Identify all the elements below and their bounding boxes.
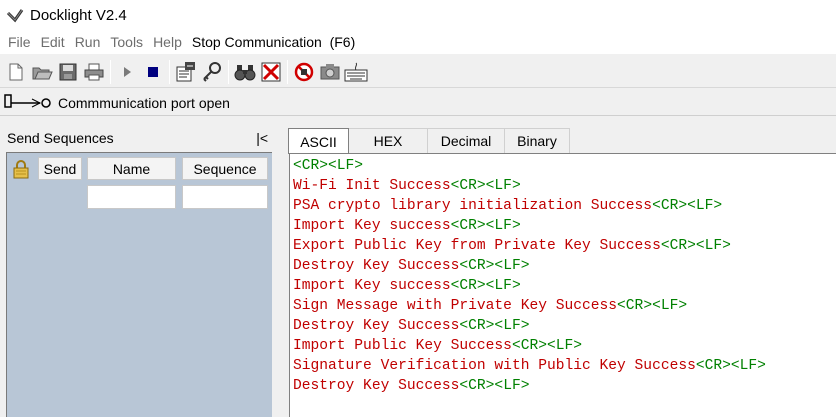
output-line-text: Import Public Key Success bbox=[293, 338, 512, 354]
output-line-text: Signature Verification with Public Key S… bbox=[293, 358, 696, 374]
snapshot-icon[interactable] bbox=[317, 59, 343, 85]
toolbar-separator bbox=[110, 59, 111, 84]
new-document-icon[interactable] bbox=[3, 59, 29, 85]
toolbar-separator bbox=[169, 59, 170, 84]
open-folder-icon[interactable] bbox=[29, 59, 55, 85]
output-line-text: Wi-Fi Init Success bbox=[293, 178, 451, 194]
window-title: Docklight V2.4 bbox=[30, 6, 127, 24]
lock-icon[interactable] bbox=[11, 159, 31, 179]
output-line: Wi-Fi Init Success<CR><LF> bbox=[293, 176, 836, 196]
output-line: Export Public Key from Private Key Succe… bbox=[293, 236, 836, 256]
binoculars-icon[interactable] bbox=[232, 59, 258, 85]
send-sequences-title: Send Sequences bbox=[7, 130, 114, 146]
port-plug-icon bbox=[4, 93, 52, 112]
tab-ascii[interactable]: ASCII bbox=[288, 128, 349, 154]
save-icon[interactable] bbox=[55, 59, 81, 85]
disabled-record-icon[interactable] bbox=[291, 59, 317, 85]
output-line-control-chars: <CR><LF> bbox=[459, 258, 530, 274]
output-line-control-chars: <CR><LF> bbox=[450, 178, 521, 194]
output-line: Import Public Key Success<CR><LF> bbox=[293, 336, 836, 356]
toolbar bbox=[0, 56, 836, 88]
output-line: <CR><LF> bbox=[293, 156, 836, 176]
stop-icon[interactable] bbox=[140, 59, 166, 85]
output-line-control-chars: <CR><LF> bbox=[450, 278, 521, 294]
output-line: Sign Message with Private Key Success<CR… bbox=[293, 296, 836, 316]
output-line: Destroy Key Success<CR><LF> bbox=[293, 256, 836, 276]
output-line-control-chars: <CR><LF> bbox=[652, 198, 723, 214]
menu-edit[interactable]: Edit bbox=[37, 34, 69, 50]
output-line-control-chars: <CR><LF> bbox=[660, 238, 731, 254]
new-sequence-value-cell[interactable] bbox=[182, 185, 268, 209]
menu-tools[interactable]: Tools bbox=[106, 34, 147, 50]
toolbar-separator bbox=[287, 59, 288, 84]
output-line: PSA crypto library initialization Succes… bbox=[293, 196, 836, 216]
menu-help[interactable]: Help bbox=[149, 34, 186, 50]
status-text: Commmunication port open bbox=[58, 94, 230, 111]
title-bar: Docklight V2.4 bbox=[0, 0, 836, 30]
menu-run[interactable]: Run bbox=[71, 34, 105, 50]
collapse-panel-button[interactable]: |< bbox=[256, 130, 268, 146]
connection-status-bar: Commmunication port open bbox=[0, 90, 836, 116]
new-sequence-name-cell[interactable] bbox=[87, 185, 176, 209]
display-mode-tabs: ASCII HEX Decimal Binary bbox=[288, 128, 570, 154]
menu-stop-communication[interactable]: Stop Communication (F6) bbox=[188, 34, 359, 50]
tab-binary[interactable]: Binary bbox=[505, 128, 570, 153]
output-line-control-chars: <CR><LF> bbox=[695, 358, 766, 374]
output-line-control-chars: <CR><LF> bbox=[293, 158, 364, 174]
communication-output-window[interactable]: <CR><LF> Wi-Fi Init Success<CR><LF> PSA cr… bbox=[289, 153, 836, 417]
clear-window-icon[interactable] bbox=[258, 59, 284, 85]
output-line-control-chars: <CR><LF> bbox=[617, 298, 688, 314]
output-line-text: Export Public Key from Private Key Succe… bbox=[293, 238, 661, 254]
output-line-control-chars: <CR><LF> bbox=[459, 378, 530, 394]
output-line-control-chars: <CR><LF> bbox=[459, 318, 530, 334]
tab-hex[interactable]: HEX bbox=[349, 128, 428, 153]
menu-file[interactable]: File bbox=[4, 34, 35, 50]
keyboard-icon[interactable] bbox=[343, 59, 369, 85]
toolbar-separator bbox=[228, 59, 229, 84]
output-line-text: Import Key success bbox=[293, 218, 451, 234]
output-line: Destroy Key Success<CR><LF> bbox=[293, 316, 836, 336]
output-line-text: Sign Message with Private Key Success bbox=[293, 298, 618, 314]
column-header-name[interactable]: Name bbox=[87, 157, 176, 180]
send-sequences-panel[interactable]: Send Name Sequence bbox=[6, 152, 272, 417]
project-settings-icon[interactable] bbox=[173, 59, 199, 85]
output-line-control-chars: <CR><LF> bbox=[450, 218, 521, 234]
output-line-control-chars: <CR><LF> bbox=[511, 338, 583, 354]
tab-decimal[interactable]: Decimal bbox=[428, 128, 505, 153]
docklight-app-icon bbox=[4, 4, 26, 26]
play-icon[interactable] bbox=[114, 59, 140, 85]
output-line: Signature Verification with Public Key S… bbox=[293, 356, 836, 376]
output-line-text: Import Key success bbox=[293, 278, 451, 294]
output-line-text: Destroy Key Success bbox=[293, 318, 460, 334]
key-icon[interactable] bbox=[199, 59, 225, 85]
output-line: Import Key success<CR><LF> bbox=[293, 216, 836, 236]
output-line: Destroy Key Success<CR><LF> bbox=[293, 376, 836, 396]
output-line: Import Key success<CR><LF> bbox=[293, 276, 836, 296]
column-header-sequence[interactable]: Sequence bbox=[182, 157, 268, 180]
print-icon[interactable] bbox=[81, 59, 107, 85]
column-header-send[interactable]: Send bbox=[38, 157, 82, 180]
output-line-text: PSA crypto library initialization Succes… bbox=[293, 198, 653, 214]
output-line-text: Destroy Key Success bbox=[293, 378, 460, 394]
output-line-text: Destroy Key Success bbox=[293, 258, 460, 274]
send-sequences-header: Send Sequences |< bbox=[0, 126, 276, 150]
menu-bar: File Edit Run Tools Help Stop Communicat… bbox=[0, 30, 836, 54]
